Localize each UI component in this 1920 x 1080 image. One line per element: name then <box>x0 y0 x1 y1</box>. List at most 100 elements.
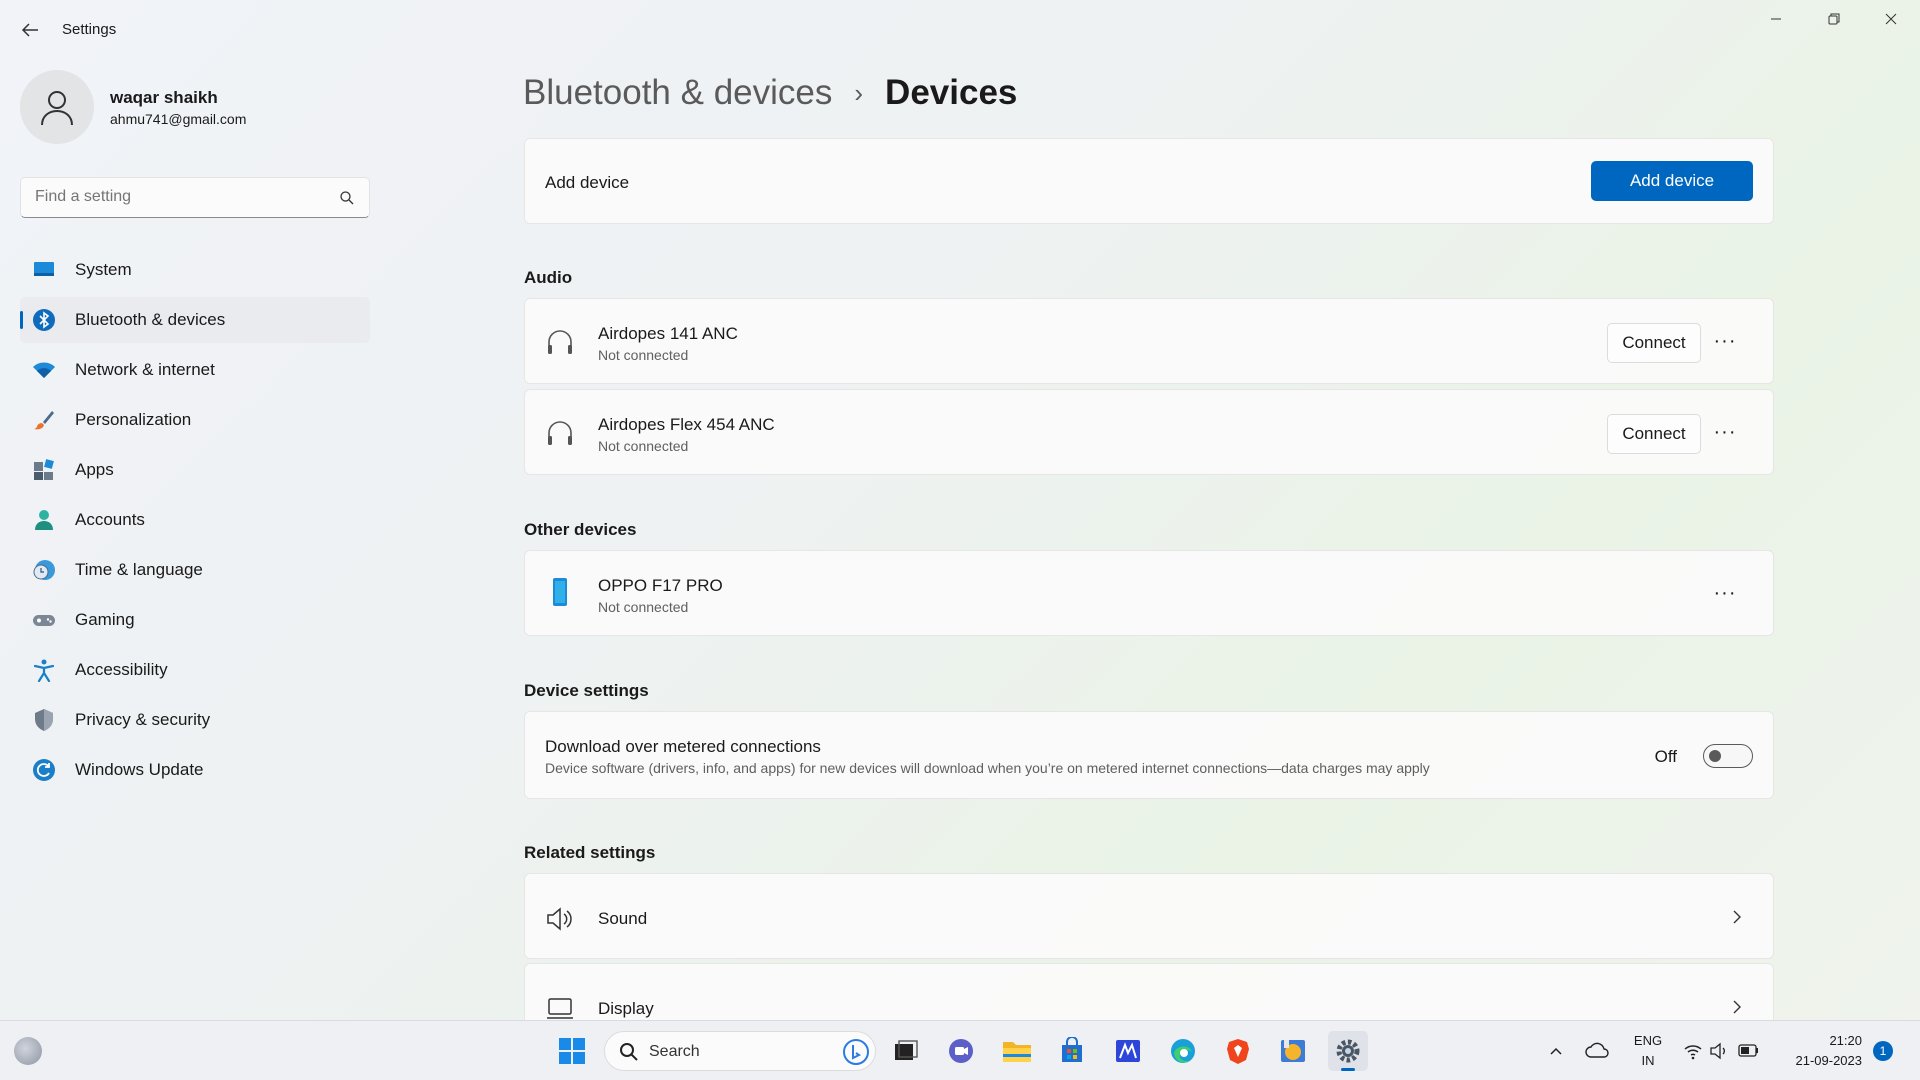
accounts-icon <box>35 510 53 530</box>
update-icon <box>33 759 55 781</box>
sidebar-item-system[interactable]: System <box>20 247 370 293</box>
sidebar-item-label: Privacy & security <box>75 710 211 729</box>
app-title: Settings <box>62 21 117 38</box>
onedrive-cloud-icon[interactable] <box>1585 1041 1609 1061</box>
title-bar: Settings <box>0 0 1920 60</box>
apps-icon <box>34 459 54 480</box>
start-button[interactable] <box>552 1031 592 1071</box>
sidebar-item-label: Windows Update <box>75 760 204 779</box>
sidebar-item-apps[interactable]: Apps <box>20 447 370 493</box>
chevron-right-icon <box>1733 910 1741 924</box>
metered-toggle[interactable] <box>1703 744 1753 768</box>
page-title: Devices <box>885 73 1018 112</box>
edge-browser-icon[interactable] <box>1163 1031 1203 1071</box>
more-options-icon[interactable]: ··· <box>1713 583 1737 608</box>
weather-widget-icon[interactable] <box>14 1037 42 1065</box>
sidebar-item-time-language[interactable]: Time & language <box>20 547 370 593</box>
connect-button[interactable]: Connect <box>1607 323 1701 363</box>
back-arrow-icon[interactable] <box>18 18 42 42</box>
windows-logo-icon <box>559 1038 585 1064</box>
file-explorer-icon[interactable] <box>997 1031 1037 1071</box>
clock-globe-icon <box>33 560 55 580</box>
device-status: Not connected <box>598 438 689 454</box>
sidebar-item-accounts[interactable]: Accounts <box>20 497 370 543</box>
more-options-icon[interactable]: ··· <box>1713 422 1737 447</box>
bluetooth-icon <box>33 309 55 331</box>
wifi-icon[interactable] <box>1683 1041 1703 1061</box>
sidebar-item-accessibility[interactable]: Accessibility <box>20 647 370 693</box>
sidebar-item-label: Gaming <box>75 610 135 629</box>
sidebar-nav: System Bluetooth & devices Network & int… <box>20 247 370 797</box>
restore-button[interactable] <box>1811 6 1857 36</box>
find-setting-box[interactable] <box>20 177 370 218</box>
device-name: OPPO F17 PRO <box>598 576 723 595</box>
settings-app-icon[interactable] <box>1328 1031 1368 1071</box>
battery-icon[interactable] <box>1738 1043 1760 1059</box>
setting-title: Download over metered connections <box>545 737 821 756</box>
search-icon[interactable] <box>339 190 355 206</box>
sidebar-item-label: Accounts <box>75 510 145 529</box>
chevron-up-icon[interactable] <box>1548 1043 1564 1059</box>
sidebar-item-label: Time & language <box>75 560 203 579</box>
toggle-state-label: Off <box>1654 747 1677 766</box>
section-heading-other-devices: Other devices <box>524 520 637 539</box>
language-indicator[interactable]: ENG <box>1628 1033 1668 1048</box>
device-card[interactable]: Airdopes 141 ANC Not connected Connect ·… <box>524 298 1774 384</box>
clock-date[interactable]: 21-09-2023 <box>1772 1053 1863 1068</box>
device-card[interactable]: OPPO F17 PRO Not connected ··· <box>524 550 1774 636</box>
sidebar-item-label: Network & internet <box>75 360 215 379</box>
add-device-button[interactable]: Add device <box>1591 161 1753 201</box>
toggle-knob <box>1709 750 1721 762</box>
sidebar-item-label: Apps <box>75 460 114 479</box>
device-card[interactable]: Airdopes Flex 454 ANC Not connected Conn… <box>524 389 1774 475</box>
section-heading-related-settings: Related settings <box>524 843 656 862</box>
speaker-icon <box>547 907 572 931</box>
sidebar-item-label: Bluetooth & devices <box>75 310 226 329</box>
related-setting-label: Display <box>598 999 654 1018</box>
setting-description: Device software (drivers, info, and apps… <box>545 760 1430 776</box>
system-icon <box>34 262 54 276</box>
teams-chat-icon[interactable] <box>941 1031 981 1071</box>
sidebar-item-network[interactable]: Network & internet <box>20 347 370 393</box>
bing-icon[interactable] <box>843 1039 869 1065</box>
sidebar-item-personalization[interactable]: Personalization <box>20 397 370 443</box>
headphones-icon <box>548 330 572 354</box>
microsoft-store-icon[interactable] <box>1052 1031 1092 1071</box>
more-options-icon[interactable]: ··· <box>1713 331 1737 356</box>
clock-time[interactable]: 21:20 <box>1772 1033 1862 1048</box>
breadcrumb-parent[interactable]: Bluetooth & devices <box>523 73 832 113</box>
breadcrumb-separator: › <box>854 77 864 108</box>
related-setting-label: Sound <box>598 909 648 928</box>
section-heading-device-settings: Device settings <box>524 681 649 700</box>
sidebar-item-gaming[interactable]: Gaming <box>20 597 370 643</box>
brave-browser-icon[interactable] <box>1218 1031 1258 1071</box>
sidebar-item-privacy-security[interactable]: Privacy & security <box>20 697 370 743</box>
device-status: Not connected <box>598 347 689 363</box>
connect-button[interactable]: Connect <box>1607 414 1701 454</box>
taskbar: Search ENG IN 21:20 21-09-2023 1 <box>0 1020 1920 1080</box>
related-setting-sound[interactable]: Sound <box>524 873 1774 959</box>
user-icon <box>41 91 73 126</box>
close-button[interactable] <box>1868 6 1914 36</box>
user-email: ahmu741@gmail.com <box>110 111 247 127</box>
task-view-icon[interactable] <box>886 1031 926 1071</box>
metered-setting-card: Download over metered connections Device… <box>524 711 1774 799</box>
sidebar-item-windows-update[interactable]: Windows Update <box>20 747 370 793</box>
chevron-right-icon <box>1733 1000 1741 1014</box>
region-indicator[interactable]: IN <box>1628 1053 1668 1068</box>
sidebar-item-label: Personalization <box>75 410 192 429</box>
taskbar-search[interactable]: Search <box>604 1031 876 1071</box>
add-device-label: Add device <box>545 173 630 192</box>
notification-badge[interactable]: 1 <box>1873 1041 1893 1061</box>
phone-icon <box>553 578 567 606</box>
avatar[interactable] <box>20 70 94 144</box>
sidebar-item-bluetooth[interactable]: Bluetooth & devices <box>20 297 370 343</box>
app-blue-m-icon[interactable] <box>1108 1031 1148 1071</box>
brush-icon <box>34 411 54 430</box>
volume-icon[interactable] <box>1709 1041 1729 1061</box>
minimize-button[interactable] <box>1753 6 1799 36</box>
gamepad-icon <box>33 615 55 626</box>
search-icon <box>620 1043 638 1061</box>
app-paint-icon[interactable] <box>1273 1031 1313 1071</box>
find-setting-input[interactable] <box>35 188 335 206</box>
